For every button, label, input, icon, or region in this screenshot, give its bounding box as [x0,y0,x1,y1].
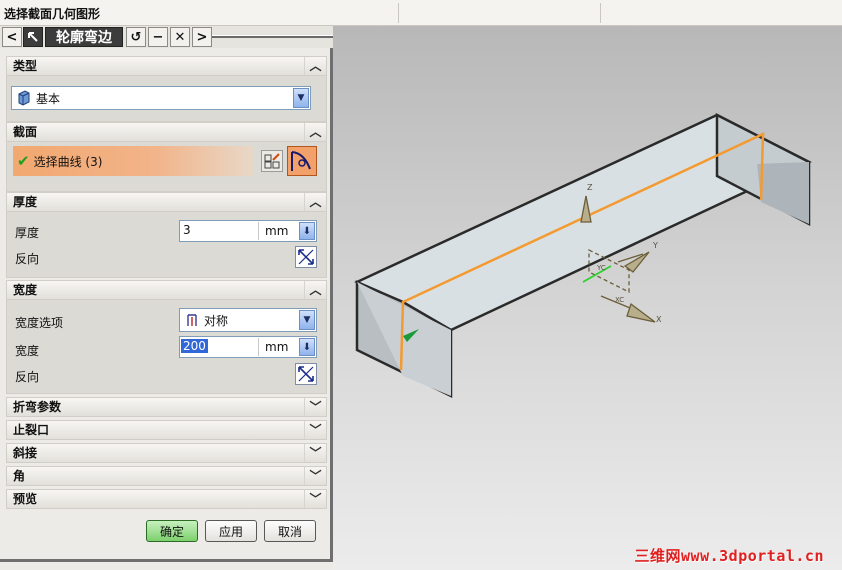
chevron-up-icon[interactable]: ︿ [304,193,326,211]
reset-icon[interactable]: ↺ [126,27,146,47]
thickness-unit: mm [258,222,304,240]
type-group-header[interactable]: 类型 ︿ [6,56,327,76]
thickness-label: 厚度 [15,226,40,240]
reverse-arrows-glyph [298,249,314,265]
bend-params-label: 折弯参数 [13,400,62,414]
chevron-up-icon[interactable]: ︿ [304,281,326,299]
chevron-down-icon[interactable]: ▼ [299,310,315,330]
apply-button[interactable]: 应用 [205,520,257,542]
pointer-icon[interactable] [23,27,43,47]
sketch-section-glyph [264,153,280,169]
section-group-label: 截面 [13,125,38,139]
type-group-label: 类型 [13,59,38,73]
reverse-direction-icon[interactable] [295,363,317,385]
width-group-body: 宽度选项 对称 ▼ 宽度 200 mm ⬇ 反向 [6,300,327,394]
type-group-body: 基本 ▼ [6,76,327,122]
thickness-reverse-label: 反向 [15,252,40,266]
status-bar: 选择截面几何图形 [0,0,842,26]
width-option-value: 对称 [204,313,229,328]
minimize-icon[interactable]: − [148,27,168,47]
chevron-down-icon[interactable]: ﹀ [304,398,326,416]
curve-select-icon[interactable] [287,146,317,176]
z-axis-label: Z [587,183,593,192]
section-group: 截面 ︿ ✔ 选择曲线 (3) [6,122,327,192]
profile-flange-dialog: 类型 ︿ 基本 ▼ 截面 ︿ ✔ 选择曲线 (3) 厚度 ︿ 厚度 3 mm ⬇… [0,48,333,562]
curve-select-glyph [291,151,311,171]
symmetric-icon [187,314,197,326]
flange-model[interactable]: Z Y X XC YC [333,26,842,570]
bend-params-header[interactable]: 折弯参数 ﹀ [6,397,327,417]
forward-arrow-icon[interactable]: > [192,27,212,47]
width-unit: mm [258,338,304,356]
section-group-header[interactable]: 截面 ︿ [6,122,327,142]
dialog-tab-strip: < 轮廓弯边 ↺ − ✕ > [0,26,333,48]
cancel-button[interactable]: 取消 [264,520,316,542]
chevron-down-icon[interactable]: ﹀ [304,467,326,485]
yc-axis-label: YC [596,264,606,272]
dialog-title: 轮廓弯边 [45,27,123,47]
reverse-direction-icon[interactable] [295,246,317,268]
preview-header[interactable]: 预览 ﹀ [6,489,327,509]
thickness-value[interactable]: 3 [183,223,191,237]
thickness-group-label: 厚度 [13,195,38,209]
type-combo[interactable]: 基本 ▼ [11,86,311,110]
collapsed-groups: 折弯参数 ﹀ 止裂口 ﹀ 斜接 ﹀ 角 ﹀ 预览 ﹀ [6,397,327,509]
sketch-section-icon[interactable] [261,150,283,172]
xc-axis-label: XC [615,296,624,304]
relief-label: 止裂口 [13,423,50,437]
back-arrow-icon[interactable]: < [2,27,22,47]
close-icon[interactable]: ✕ [170,27,190,47]
thickness-group-body: 厚度 3 mm ⬇ 反向 [6,212,327,278]
width-field[interactable]: 200 mm ⬇ [179,336,317,358]
width-group: 宽度 ︿ 宽度选项 对称 ▼ 宽度 200 mm ⬇ 反向 [6,280,327,394]
width-group-label: 宽度 [13,283,38,297]
chevron-down-icon[interactable]: ﹀ [304,421,326,439]
section-group-body: ✔ 选择曲线 (3) [6,142,327,192]
chevron-down-icon[interactable]: ▼ [293,88,309,108]
ok-button[interactable]: 确定 [146,520,198,542]
pointer-arrow-glyph [28,32,38,42]
chevron-down-icon[interactable]: ﹀ [304,444,326,462]
status-prompt: 选择截面几何图形 [4,7,101,21]
y-axis-label: Y [652,241,658,250]
width-value[interactable]: 200 [181,339,208,353]
width-reverse-label: 反向 [15,370,40,384]
width-label: 宽度 [15,344,40,358]
corner-label: 角 [13,469,26,483]
width-option-label: 宽度选项 [15,316,64,330]
width-group-header[interactable]: 宽度 ︿ [6,280,327,300]
status-divider [600,3,601,23]
x-axis-label: X [656,315,662,324]
chevron-down-icon[interactable]: ﹀ [304,490,326,508]
reverse-arrows-glyph [298,366,314,382]
type-group: 类型 ︿ 基本 ▼ [6,56,327,122]
right-flange-shade [757,162,809,224]
thickness-group: 厚度 ︿ 厚度 3 mm ⬇ 反向 [6,192,327,278]
preview-label: 预览 [13,492,38,506]
value-menu-icon[interactable]: ⬇ [299,222,315,240]
type-combo-value: 基本 [36,91,61,106]
check-icon: ✔ [17,152,30,170]
relief-header[interactable]: 止裂口 ﹀ [6,420,327,440]
select-curve-bar[interactable]: ✔ 选择曲线 (3) [13,146,253,176]
basic-flange-icon [18,90,30,106]
status-divider [398,3,399,23]
title-rule [212,35,333,38]
miter-header[interactable]: 斜接 ﹀ [6,443,327,463]
graphics-viewport[interactable]: Z Y X XC YC 三维网www.3dportal.cn [333,26,842,570]
thickness-group-header[interactable]: 厚度 ︿ [6,192,327,212]
value-menu-icon[interactable]: ⬇ [299,338,315,356]
chevron-up-icon[interactable]: ︿ [304,123,326,141]
select-curve-label: 选择曲线 (3) [33,154,103,169]
corner-header[interactable]: 角 ﹀ [6,466,327,486]
width-option-combo[interactable]: 对称 ▼ [179,308,317,332]
chevron-up-icon[interactable]: ︿ [304,57,326,75]
site-watermark: 三维网www.3dportal.cn [634,547,824,565]
miter-label: 斜接 [13,446,38,460]
thickness-field[interactable]: 3 mm ⬇ [179,220,317,242]
